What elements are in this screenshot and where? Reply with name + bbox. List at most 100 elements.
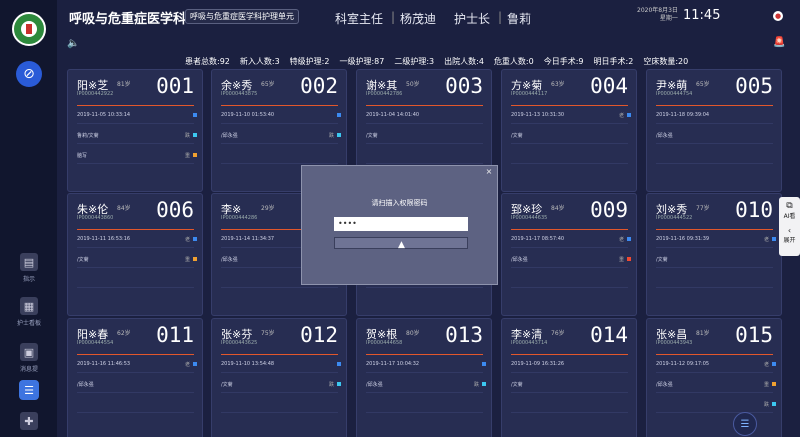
card-row: /邱永强	[77, 381, 194, 393]
patient-age: 81岁	[696, 330, 710, 337]
card-row	[221, 152, 338, 164]
date-box: 2020年8月3日 星期一	[637, 7, 678, 22]
close-icon[interactable]: ×	[485, 168, 493, 176]
mute-icon[interactable]: ⊘	[16, 61, 42, 87]
patient-ip: IP0000443875	[221, 91, 258, 97]
speaker-icon[interactable]: 🔈	[67, 38, 79, 49]
card-row: 跌	[656, 401, 776, 413]
alarm-icon[interactable]: 🚨	[773, 37, 785, 48]
status-square	[193, 257, 197, 261]
sidebar-item-nurse-board[interactable]: ▦ 护士看板	[8, 297, 50, 327]
card-divider	[511, 229, 628, 230]
patient-card[interactable]: 朱※伦 84岁 IP0000443860 006 2019-11-11 16:5…	[67, 193, 203, 316]
card-row	[656, 152, 773, 164]
card-row: 2019-11-18 09:39:04	[656, 112, 773, 124]
card-row: /邱永强 跌	[221, 132, 341, 144]
patient-ip: IP0000444117	[511, 91, 548, 97]
right-side-tab[interactable]: ⧉ AI看 ‹ 展开	[779, 197, 800, 256]
card-divider	[656, 105, 773, 106]
bed-number: 012	[300, 323, 338, 347]
patient-card[interactable]: 刘※秀 77岁 IP0000444522 010 2019-11-16 09:3…	[646, 193, 782, 316]
card-row: 2019-11-05 10:33:14	[77, 112, 197, 124]
card-row	[77, 401, 194, 413]
page-title: 呼吸与危重症医学科	[69, 12, 187, 27]
bed-number: 001	[156, 74, 194, 98]
card-row: 2019-11-04 14:01:40	[366, 112, 483, 124]
card-row: /文菊 跌	[221, 381, 341, 393]
status-square	[627, 237, 631, 241]
bed-number: 014	[590, 323, 628, 347]
bed-icon: ▤	[20, 253, 38, 271]
stat-item: 出院人数:4	[444, 57, 484, 66]
ai-icon: ⧉	[786, 201, 793, 211]
sidebar-item-message[interactable]: ▣ 消息提	[8, 343, 50, 373]
stat-item: 一级护理:87	[339, 57, 385, 66]
card-divider	[511, 354, 628, 355]
bed-number: 003	[445, 74, 483, 98]
chevron-left-icon: ‹	[787, 226, 792, 235]
sidebar-item-list[interactable]: ☰	[8, 380, 50, 403]
patient-card[interactable]: 阳※春 62岁 IP0000444554 011 2019-11-16 11:4…	[67, 318, 203, 437]
patient-ip: IP0000444635	[511, 215, 548, 221]
card-row: 2019-11-10 13:54:48	[221, 361, 341, 373]
status-square	[772, 237, 776, 241]
sidebar: ⊘ ▤ 指示 ▦ 护士看板 ▣ 消息提 ☰ ✚	[0, 0, 57, 437]
patient-card[interactable]: 张※昌 81岁 IP0000443943 015 2019-11-12 09:1…	[646, 318, 782, 437]
stat-item: 今日手术:9	[543, 57, 584, 66]
password-field[interactable]: ••••	[334, 217, 468, 231]
patient-card[interactable]: 尹※萌 65岁 IP0000444754 005 2019-11-18 09:3…	[646, 69, 782, 192]
patient-card[interactable]: 郅※珍 84岁 IP0000444635 009 2019-11-17 08:5…	[501, 193, 637, 316]
card-row	[366, 152, 483, 164]
patient-ip: IP0000443714	[511, 340, 548, 346]
patient-age: 63岁	[551, 81, 565, 88]
status-square	[482, 382, 486, 386]
head-nurse-label: 护士长	[454, 12, 491, 26]
card-row: /文菊	[656, 256, 773, 268]
status-square	[482, 362, 486, 366]
head-nurse-name: 鲁莉	[507, 12, 532, 26]
message-icon: ▣	[20, 343, 38, 361]
card-row: /邱永强 重	[511, 256, 631, 268]
patient-age: 80岁	[406, 330, 420, 337]
plus-icon: ✚	[20, 412, 38, 430]
card-divider	[221, 354, 338, 355]
sidebar-item-plus[interactable]: ✚	[8, 412, 50, 433]
card-divider	[656, 229, 773, 230]
list-fab-icon[interactable]: ☰	[733, 412, 757, 436]
card-row	[656, 276, 773, 288]
patient-card[interactable]: 方※菊 63岁 IP0000444117 004 2019-11-13 10:3…	[501, 69, 637, 192]
avatar[interactable]: ●	[773, 11, 783, 21]
dialog-prompt: 请扫描入权限密码	[371, 199, 428, 207]
card-row: 2019-11-17 10:04:32	[366, 361, 486, 373]
status-square	[193, 237, 197, 241]
bed-number: 005	[735, 74, 773, 98]
patient-age: 84岁	[551, 205, 565, 212]
patient-card[interactable]: 张※芬 75岁 IP0000443625 012 2019-11-10 13:5…	[211, 318, 347, 437]
card-row: 2019-11-12 09:17:05 老	[656, 361, 776, 373]
patient-card[interactable]: 李※清 76岁 IP0000443714 014 2019-11-09 16:3…	[501, 318, 637, 437]
status-square	[627, 257, 631, 261]
sidebar-item-bed[interactable]: ▤ 指示	[8, 253, 50, 283]
status-square	[193, 153, 197, 157]
unit-badge: 呼吸与危重症医学科护理单元	[185, 9, 299, 24]
card-row: /邱永强 重	[656, 381, 776, 393]
card-row: /邱永强 跌	[366, 381, 486, 393]
card-row: 2019-11-11 16:53:16 老	[77, 236, 197, 248]
bed-number: 002	[300, 74, 338, 98]
bed-number: 004	[590, 74, 628, 98]
patient-card[interactable]: 阳※芝 81岁 IP0000442922 001 2019-11-05 10:3…	[67, 69, 203, 192]
patient-card[interactable]: 贺※根 80岁 IP0000444658 013 2019-11-17 10:0…	[356, 318, 492, 437]
board-icon: ▦	[20, 297, 38, 315]
card-row: /文菊	[511, 381, 628, 393]
card-row: /文菊	[366, 132, 483, 144]
bed-number: 010	[735, 198, 773, 222]
card-divider	[221, 105, 338, 106]
bed-number: 015	[735, 323, 773, 347]
card-row: 2019-11-13 10:31:30 老	[511, 112, 631, 124]
status-square	[627, 113, 631, 117]
card-row	[511, 401, 628, 413]
patient-ip: IP0000444658	[366, 340, 403, 346]
mouse-cursor-icon: ▲	[398, 240, 405, 250]
hospital-logo	[12, 12, 46, 46]
card-row	[366, 401, 483, 413]
